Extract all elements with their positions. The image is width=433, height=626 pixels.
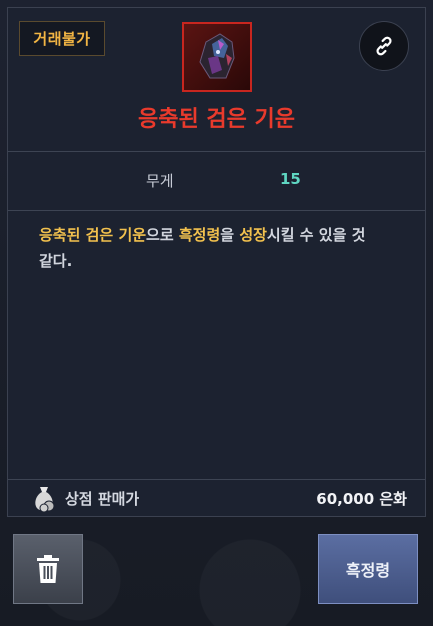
stat-value: 15: [280, 170, 301, 188]
money-bag-icon: [35, 487, 55, 512]
black-spirit-button[interactable]: 흑정령: [318, 534, 418, 604]
delete-button[interactable]: [13, 534, 83, 604]
description-text: 으로: [146, 226, 179, 244]
item-name: 응축된 검은 기운: [138, 107, 295, 132]
dark-crystal-icon: [199, 33, 235, 79]
stat-label: 무게: [146, 172, 174, 190]
description-highlight: 흑정령: [178, 226, 221, 244]
shop-price-row: 상점 판매가 60,000 은화: [8, 480, 425, 516]
description-highlight: 성장: [239, 226, 267, 244]
price-value: 60,000 은화: [316, 490, 407, 508]
price-label: 상점 판매가: [65, 490, 140, 508]
untradeable-badge: 거래불가: [19, 21, 105, 56]
description-text: 을: [220, 226, 240, 244]
trash-icon: [37, 555, 59, 583]
link-button[interactable]: [359, 21, 409, 71]
stat-row-weight: 무게 15: [8, 152, 425, 210]
divider: [8, 210, 425, 211]
item-icon: [182, 22, 252, 92]
description-highlight: 응축된 검은 기운: [39, 226, 147, 244]
item-description: 응축된 검은 기운으로 흑정령을 성장시킬 수 있을 것 같다.: [39, 222, 379, 274]
link-icon: [376, 36, 392, 56]
